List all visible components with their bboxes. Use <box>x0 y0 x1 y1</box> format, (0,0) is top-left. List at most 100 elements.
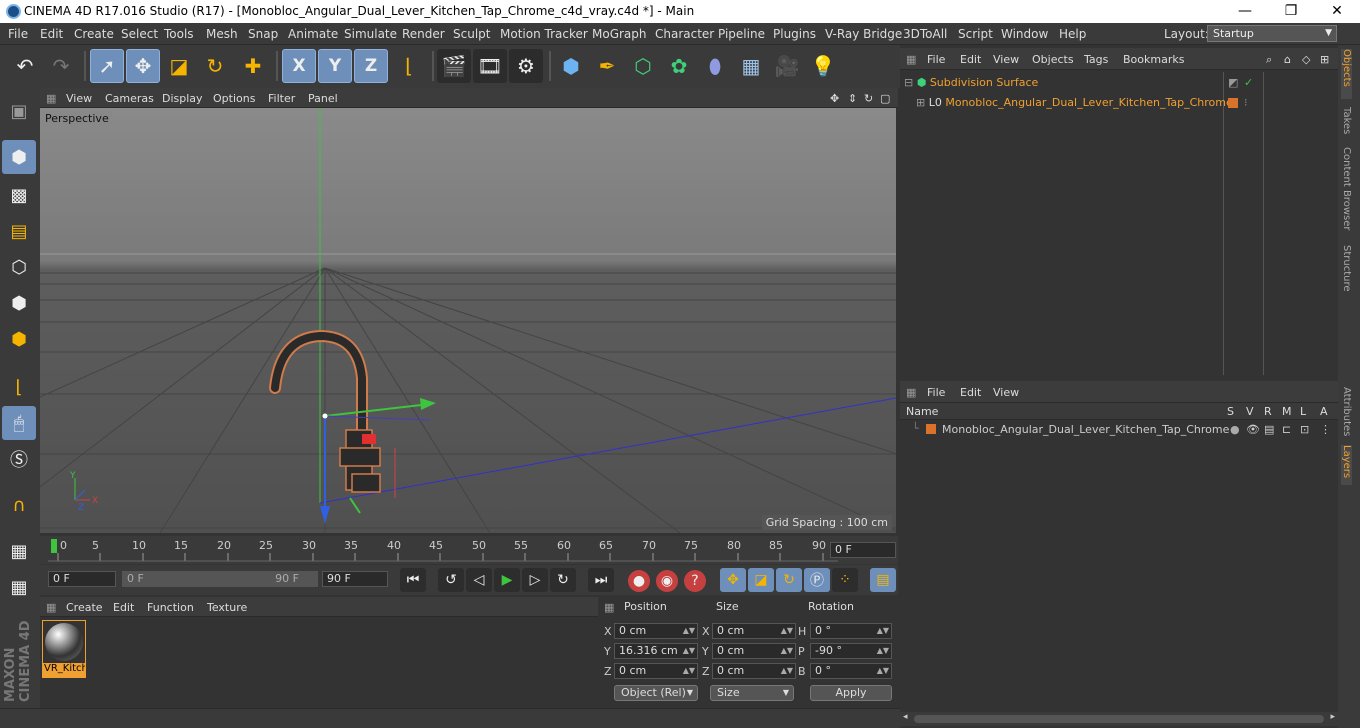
spinner-icon[interactable]: ▲▼ <box>781 624 793 638</box>
menu-mograph[interactable]: MoGraph <box>592 27 647 41</box>
scale-tool-icon[interactable]: ◪ <box>162 49 196 83</box>
workplane-mode-icon[interactable]: ▤ <box>2 214 36 248</box>
material-menu-create[interactable]: Create <box>66 601 103 614</box>
spinner-icon[interactable]: ▲▼ <box>683 664 695 678</box>
x-axis-button[interactable]: X <box>282 49 316 83</box>
viewport-maximize-icon[interactable]: ▢ <box>880 92 890 105</box>
viewport-menu-display[interactable]: Display <box>162 92 203 105</box>
apply-button[interactable]: Apply <box>810 685 892 701</box>
viewport-move-icon[interactable]: ✥ <box>830 92 839 105</box>
tab-structure[interactable]: Structure <box>1341 245 1352 292</box>
menu-help[interactable]: Help <box>1059 27 1086 41</box>
snap-magnet-icon[interactable]: ∩ <box>2 488 36 522</box>
menu-simulate[interactable]: Simulate <box>344 27 397 41</box>
spinner-icon[interactable]: ▲▼ <box>683 624 695 638</box>
redo-icon[interactable]: ↷ <box>44 49 78 83</box>
z-axis-button[interactable]: Z <box>354 49 388 83</box>
edges-mode-icon[interactable]: ⬢ <box>2 286 36 320</box>
y-axis-button[interactable]: Y <box>318 49 352 83</box>
key-position-icon[interactable]: ✥ <box>720 568 746 592</box>
solo-mode-icon[interactable]: Ⓢ <box>2 442 36 476</box>
layer-color-swatch[interactable] <box>926 424 936 434</box>
material-menu-texture[interactable]: Texture <box>207 601 247 614</box>
goto-end-icon[interactable]: ⏭ <box>588 568 614 592</box>
play-icon[interactable]: ▶ <box>494 568 520 592</box>
axis-mode-icon[interactable]: ⌊ <box>2 370 36 404</box>
light-icon[interactable]: 💡 <box>806 49 840 83</box>
enabled-check-icon[interactable]: ✓ <box>1244 76 1253 89</box>
mograph-cloner-icon[interactable]: ✿ <box>662 49 696 83</box>
keyframe-selection-icon[interactable]: ? <box>684 570 706 592</box>
cube-primitive-icon[interactable]: ⬢ <box>554 49 588 83</box>
menu-file[interactable]: File <box>8 27 28 41</box>
material-swatch[interactable]: VR_Kitch <box>42 620 86 678</box>
undo-icon[interactable]: ↶ <box>8 49 42 83</box>
pos-y-field[interactable]: 16.316 cm ▲▼ <box>614 643 698 659</box>
object-menu-edit[interactable]: Edit <box>960 53 981 66</box>
coordinate-system-icon[interactable]: ⌊ <box>392 49 426 83</box>
current-frame-field[interactable]: 0 F <box>830 542 896 558</box>
object-menu-view[interactable]: View <box>993 53 1019 66</box>
frame-range-slider[interactable]: 0 F 90 F <box>122 571 318 587</box>
menu-render[interactable]: Render <box>402 27 445 41</box>
menu-plugins[interactable]: Plugins <box>773 27 816 41</box>
render-clapper-icon[interactable]: ▤ <box>1264 423 1274 436</box>
viewport-menu-panel[interactable]: Panel <box>308 92 338 105</box>
menu-pipeline[interactable]: Pipeline <box>718 27 765 41</box>
move-tool-icon[interactable]: ✥ <box>126 49 160 83</box>
scroll-right-icon[interactable]: ▸ <box>1330 712 1335 722</box>
end-frame-field[interactable]: 90 F <box>322 571 388 587</box>
spinner-icon[interactable]: ▲▼ <box>683 644 695 658</box>
select-cursor-icon[interactable]: ➚ <box>90 49 124 83</box>
menu-window[interactable]: Window <box>1001 27 1048 41</box>
coordinate-mode-dropdown[interactable]: Object (Rel) ▼ <box>614 685 698 701</box>
key-rotation-icon[interactable]: ↻ <box>776 568 802 592</box>
pos-x-field[interactable]: 0 cm ▲▼ <box>614 623 698 639</box>
viewport-menu-cameras[interactable]: Cameras <box>105 92 154 105</box>
make-editable-icon[interactable]: ▣ <box>2 94 36 128</box>
render-settings-icon[interactable]: ⚙ <box>509 49 543 83</box>
next-key-icon[interactable]: ↻ <box>550 568 576 592</box>
rotate-tool-icon[interactable]: ↻ <box>198 49 232 83</box>
floor-scene-icon[interactable]: ▦ <box>734 49 768 83</box>
viewport-menu-options[interactable]: Options <box>213 92 255 105</box>
tree-expand-icon[interactable]: ⊞ <box>916 96 925 109</box>
layer-menu-view[interactable]: View <box>993 386 1019 399</box>
spinner-icon[interactable]: ▲▼ <box>781 644 793 658</box>
viewport-rotate-icon[interactable]: ↻ <box>864 92 873 105</box>
layer-menu-file[interactable]: File <box>927 386 945 399</box>
layer-row[interactable]: └ Monobloc_Angular_Dual_Lever_Kitchen_Ta… <box>900 421 1338 439</box>
viewport-menu-view[interactable]: View <box>66 92 92 105</box>
spinner-icon[interactable]: ▲▼ <box>877 644 889 658</box>
next-frame-icon[interactable]: ▷ <box>522 568 548 592</box>
up-icon[interactable]: ◇ <box>1302 53 1310 66</box>
object-menu-file[interactable]: File <box>927 53 945 66</box>
timeline-window-icon[interactable]: ▤ <box>870 568 896 592</box>
model-mode-icon[interactable]: ⬢ <box>2 140 36 174</box>
render-view-icon[interactable]: 🎬 <box>437 49 471 83</box>
rot-p-field[interactable]: -90 ° ▲▼ <box>810 643 892 659</box>
layer-horizontal-scrollbar[interactable]: ◂ ▸ <box>900 712 1338 726</box>
camera-icon[interactable]: 🎥 <box>770 49 804 83</box>
start-frame-field[interactable]: 0 F <box>48 571 116 587</box>
menu-snap[interactable]: Snap <box>248 27 278 41</box>
spinner-icon[interactable]: ▲▼ <box>781 664 793 678</box>
deformer-icon[interactable]: ⬮ <box>698 49 732 83</box>
key-scale-icon[interactable]: ◪ <box>748 568 774 592</box>
tap-model[interactable] <box>269 329 381 493</box>
new-panel-icon[interactable]: ⊞ <box>1320 53 1329 66</box>
menu-script[interactable]: Script <box>958 27 993 41</box>
rot-b-field[interactable]: 0 ° ▲▼ <box>810 663 892 679</box>
pen-spline-icon[interactable]: ✒ <box>590 49 624 83</box>
menu-mesh[interactable]: Mesh <box>206 27 238 41</box>
material-menu-function[interactable]: Function <box>147 601 194 614</box>
rot-h-field[interactable]: 0 ° ▲▼ <box>810 623 892 639</box>
scrollbar-thumb[interactable] <box>914 715 1324 723</box>
menu-sculpt[interactable]: Sculpt <box>453 27 490 41</box>
close-button[interactable]: ✕ <box>1314 1 1360 21</box>
tab-takes[interactable]: Takes <box>1341 107 1352 134</box>
layer-menu-edit[interactable]: Edit <box>960 386 981 399</box>
workplane-rotate-icon[interactable]: ▦ <box>2 570 36 604</box>
menu-edit[interactable]: Edit <box>40 27 63 41</box>
render-picture-viewer-icon[interactable]: 🎞 <box>473 49 507 83</box>
